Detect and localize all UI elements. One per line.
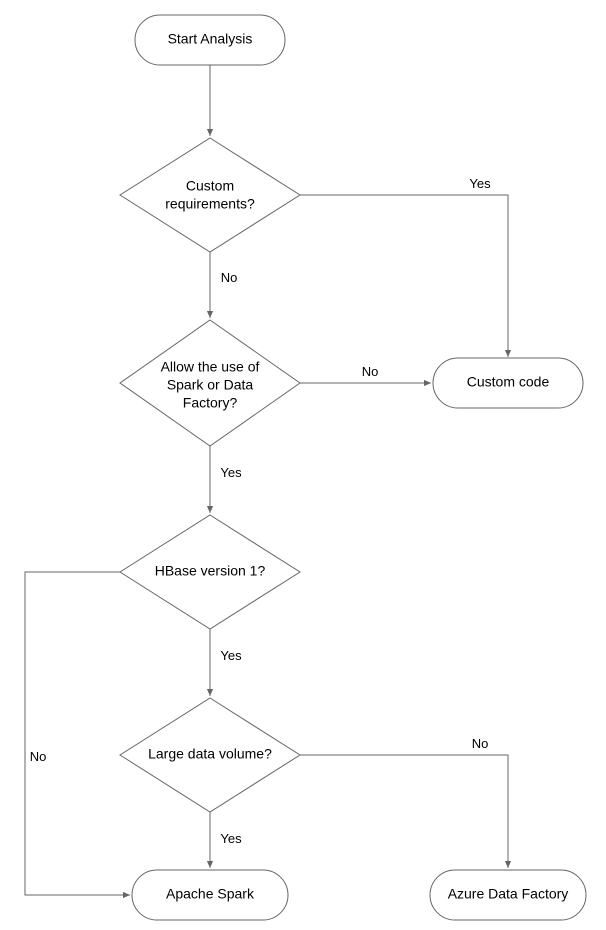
edge-label-no-2: No: [362, 364, 379, 379]
allow-spark-l2: Spark or Data: [167, 377, 254, 393]
edge-label-yes-2: Yes: [220, 465, 242, 480]
large-data-label: Large data volume?: [148, 746, 272, 762]
edge-largedata-azuredf: [300, 755, 508, 868]
edge-hbase-apachespark: [25, 572, 130, 895]
allow-spark-node: Allow the use of Spark or Data Factory?: [120, 320, 300, 446]
edge-label-no-3: No: [30, 749, 47, 764]
custom-requirements-node: Custom requirements?: [120, 138, 300, 252]
edge-label-yes-3: Yes: [220, 648, 242, 663]
custom-req-l2: requirements?: [165, 196, 255, 212]
allow-spark-l3: Factory?: [183, 395, 238, 411]
hbase-label: HBase version 1?: [155, 563, 266, 579]
edge-label-yes-1: Yes: [469, 176, 491, 191]
azure-df-node: Azure Data Factory: [430, 870, 586, 920]
start-node: Start Analysis: [135, 15, 285, 65]
edge-label-no-4: No: [472, 736, 489, 751]
apache-spark-node: Apache Spark: [132, 870, 288, 920]
edge-label-no-1: No: [221, 270, 238, 285]
apache-spark-label: Apache Spark: [166, 886, 255, 902]
custom-req-l1: Custom: [186, 178, 234, 194]
custom-code-node: Custom code: [433, 358, 583, 408]
custom-code-label: Custom code: [467, 374, 550, 390]
edge-label-yes-4: Yes: [220, 831, 242, 846]
flowchart-diagram: Start Analysis Custom requirements? Yes …: [0, 0, 606, 930]
hbase-version-node: HBase version 1?: [120, 515, 300, 629]
large-data-node: Large data volume?: [120, 698, 300, 812]
azure-df-label: Azure Data Factory: [448, 886, 569, 902]
allow-spark-l1: Allow the use of: [161, 359, 260, 375]
start-label: Start Analysis: [168, 31, 253, 47]
edge-customreq-customcode: [300, 195, 508, 357]
